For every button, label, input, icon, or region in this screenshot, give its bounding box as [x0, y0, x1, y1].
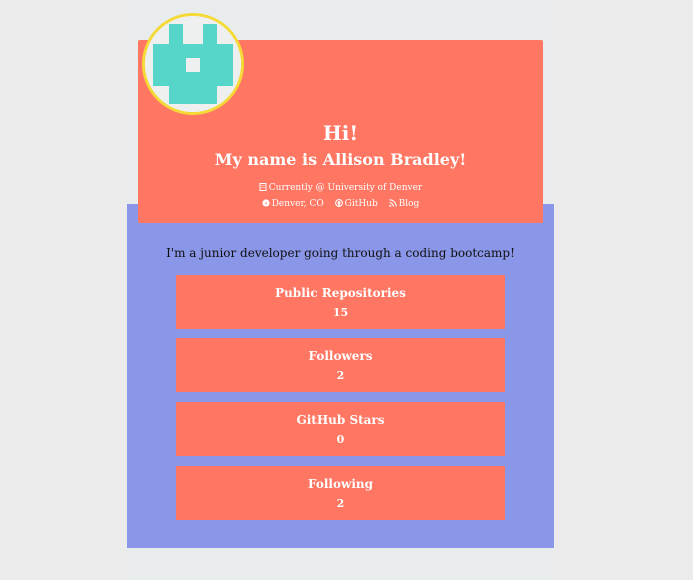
github-link[interactable]: GitHub — [334, 197, 378, 211]
rss-icon — [388, 199, 397, 207]
name-heading: My name is Allison Bradley! — [214, 150, 467, 169]
stat-value: 15 — [332, 306, 349, 319]
stat-card-github-stars: GitHub Stars 0 — [176, 402, 505, 456]
stat-value: 2 — [336, 497, 345, 510]
bio-text: I'm a junior developer going through a c… — [166, 246, 515, 260]
blog-link[interactable]: Blog — [388, 197, 420, 211]
github-icon — [334, 199, 343, 207]
location-link[interactable]: Denver, CO — [262, 197, 324, 211]
stat-card-public-repositories: Public Repositories 15 — [176, 275, 505, 329]
greeting-heading: Hi! — [322, 121, 359, 145]
stat-card-following: Following 2 — [176, 466, 505, 520]
blog-link-text: Blog — [398, 199, 420, 209]
stat-label: Followers — [308, 349, 373, 363]
profile-links: Denver, CO GitHub Blog — [138, 197, 543, 211]
stat-value: 0 — [336, 433, 345, 446]
building-icon — [259, 183, 267, 191]
identicon-avatar-image — [145, 16, 241, 112]
current-position-text: Currently @ University of Denver — [268, 183, 423, 193]
location-text: Denver, CO — [271, 199, 324, 209]
avatar — [142, 13, 244, 115]
stat-value: 2 — [336, 369, 345, 382]
stat-label: Following — [308, 477, 373, 491]
stat-card-followers: Followers 2 — [176, 338, 505, 392]
location-icon — [262, 199, 270, 207]
stat-label: Public Repositories — [275, 286, 406, 300]
github-link-text: GitHub — [344, 199, 378, 209]
current-position: Currently @ University of Denver — [138, 181, 543, 195]
stat-label: GitHub Stars — [296, 413, 385, 427]
